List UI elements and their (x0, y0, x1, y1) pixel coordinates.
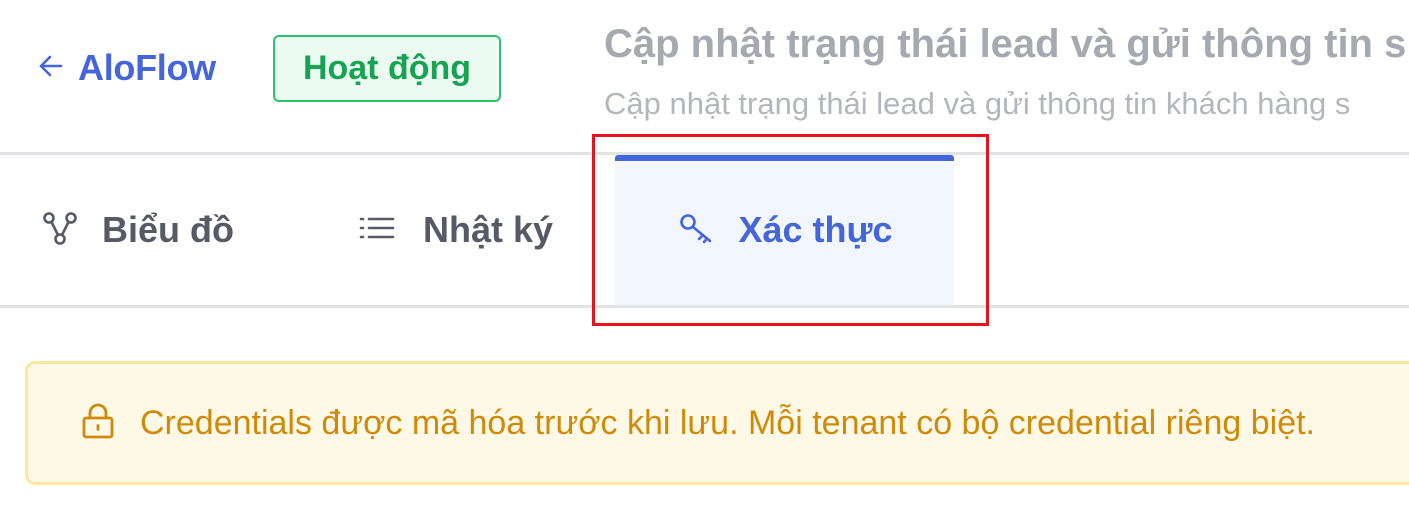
tab-bar: Biểu đồ Nhật ký Xác thực (0, 155, 1409, 305)
notice-text: Credentials được mã hóa trước khi lưu. M… (140, 403, 1315, 442)
tab-label: Xác thực (738, 209, 893, 250)
tab-auth[interactable]: Xác thực (615, 155, 954, 305)
page-header: AloFlow Hoạt động Cập nhật trạng thái le… (0, 0, 1409, 152)
lock-icon (80, 401, 116, 446)
tab-label: Biểu đồ (102, 209, 234, 250)
status-badge: Hoạt động (273, 35, 501, 102)
arrow-left-icon (36, 51, 66, 86)
tab-log[interactable]: Nhật ký (357, 155, 553, 305)
flow-diagram-icon (40, 208, 80, 253)
tab-diagram[interactable]: Biểu đồ (40, 155, 234, 305)
back-label: AloFlow (78, 47, 216, 88)
title-block: Cập nhật trạng thái lead và gửi thông ti… (604, 18, 1409, 124)
page-title: Cập nhật trạng thái lead và gửi thông ti… (604, 22, 1407, 66)
page-subtitle: Cập nhật trạng thái lead và gửi thông ti… (604, 86, 1351, 121)
tabs-divider (0, 305, 1409, 308)
credentials-notice: Credentials được mã hóa trước khi lưu. M… (25, 361, 1409, 485)
back-button[interactable]: AloFlow (36, 46, 216, 90)
key-icon (676, 208, 716, 253)
active-tab-indicator (615, 155, 954, 161)
list-icon (357, 208, 397, 253)
tab-label: Nhật ký (423, 209, 554, 250)
